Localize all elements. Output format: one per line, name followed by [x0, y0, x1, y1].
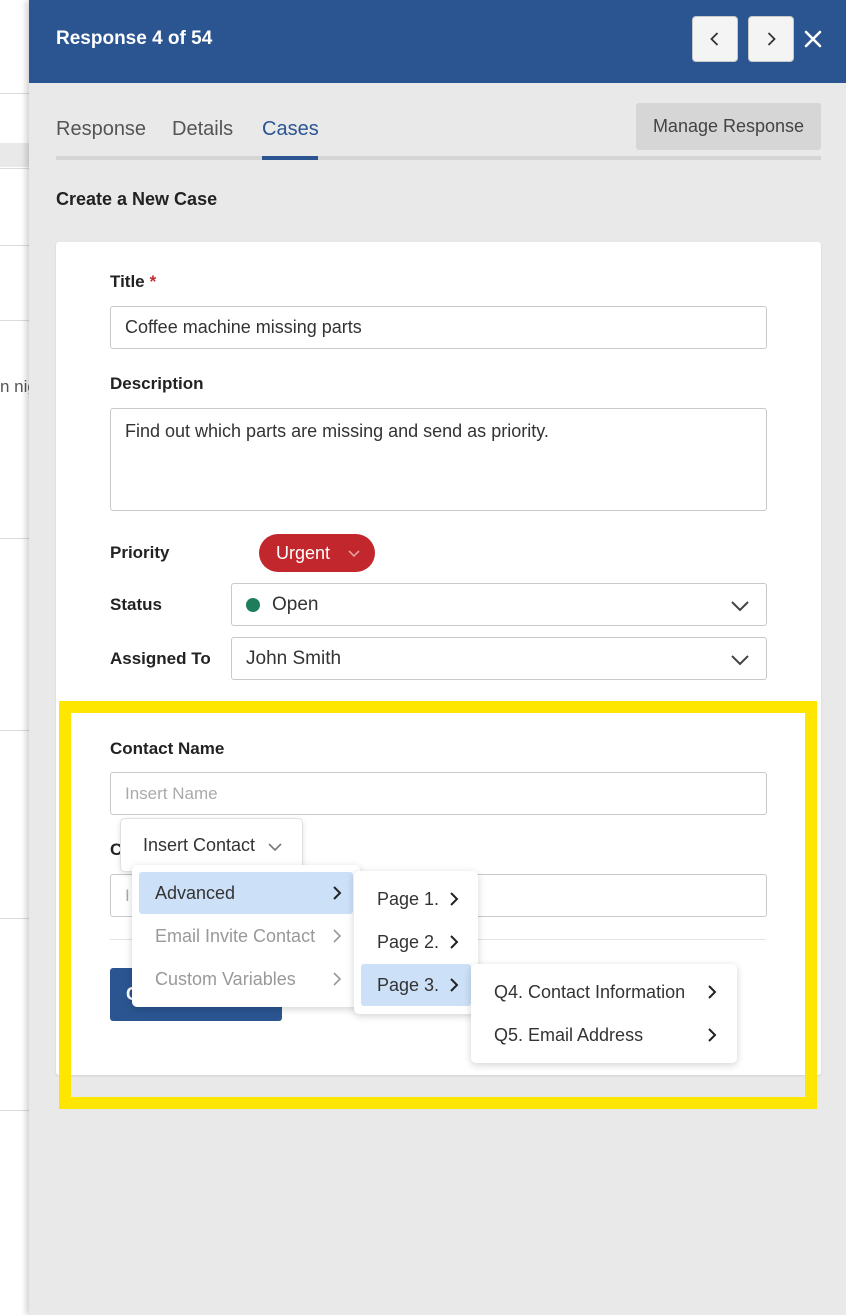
description-label: Description: [110, 374, 204, 393]
previous-response-button[interactable]: [692, 16, 738, 62]
menu-item-custom-variables[interactable]: Custom Variables: [139, 958, 353, 1000]
panel-header: Response 4 of 54: [29, 0, 846, 83]
menu-item-page-3[interactable]: Page 3.: [361, 964, 471, 1006]
chevron-right-icon: [333, 972, 342, 986]
status-value: Open: [272, 593, 319, 615]
background-text: n nig: [0, 377, 30, 396]
manage-response-button[interactable]: Manage Response: [636, 103, 821, 150]
priority-value: Urgent: [276, 542, 331, 563]
contact-name-placeholder: Insert Name: [125, 783, 218, 803]
status-dropdown[interactable]: Open: [231, 583, 767, 626]
menu-item-label: Q5. Email Address: [494, 1024, 644, 1045]
menu-item-label: Page 3.: [377, 974, 440, 995]
chevron-down-icon: [348, 550, 360, 558]
background-divider: [0, 168, 30, 169]
chevron-left-icon: [710, 32, 719, 46]
menu-item-label: Q4. Contact Information: [494, 981, 686, 1002]
chevron-right-icon: [450, 935, 459, 949]
menu-item-q4-contact-information[interactable]: Q4. Contact Information: [478, 971, 730, 1013]
contact-name-input[interactable]: Insert Name: [110, 772, 767, 815]
tab-cases[interactable]: Cases: [262, 118, 319, 141]
title-input[interactable]: Coffee machine missing parts: [110, 306, 767, 349]
menu-item-email-invite-contact[interactable]: Email Invite Contact: [139, 915, 353, 957]
close-button[interactable]: [801, 27, 825, 51]
background-divider: [0, 320, 30, 321]
priority-dropdown[interactable]: Urgent: [259, 534, 375, 572]
chevron-right-icon: [450, 978, 459, 992]
chevron-right-icon: [450, 892, 459, 906]
required-marker: *: [149, 272, 157, 291]
insert-contact-dropdown[interactable]: Insert Contact: [120, 818, 303, 872]
menu-item-label: Email Invite Contact: [155, 925, 316, 946]
response-panel: Response 4 of 54 Response Details Cases …: [29, 0, 846, 1315]
chevron-down-icon: [731, 655, 749, 666]
assigned-to-label: Assigned To: [110, 649, 211, 668]
advanced-submenu: Page 1. Page 2. Page 3.: [354, 871, 478, 1014]
chevron-right-icon: [708, 1028, 717, 1042]
chevron-down-icon: [268, 843, 282, 852]
menu-item-page-1[interactable]: Page 1.: [361, 878, 471, 920]
assigned-to-dropdown[interactable]: John Smith: [231, 637, 767, 680]
insert-contact-menu: Advanced Email Invite Contact Custom Var…: [132, 865, 360, 1007]
menu-item-advanced[interactable]: Advanced: [139, 872, 353, 914]
background-page: n nig: [0, 0, 30, 1315]
background-divider: [0, 245, 30, 246]
background-divider: [0, 93, 30, 94]
page-3-submenu: Q4. Contact Information Q5. Email Addres…: [471, 964, 737, 1063]
description-value: Find out which parts are missing and sen…: [125, 421, 549, 441]
menu-item-label: Advanced: [155, 882, 236, 903]
menu-item-label: Custom Variables: [155, 968, 296, 989]
menu-item-page-2[interactable]: Page 2.: [361, 921, 471, 963]
contact-field-placeholder: I: [125, 885, 130, 905]
active-tab-indicator: [262, 156, 318, 160]
menu-item-label: Page 1.: [377, 888, 440, 909]
insert-contact-label: Insert Contact: [143, 834, 256, 855]
assigned-to-value: John Smith: [246, 647, 342, 669]
status-dot-icon: [246, 597, 260, 612]
background-row: [0, 143, 30, 167]
contact-name-label: Contact Name: [110, 739, 225, 758]
background-divider: [0, 730, 30, 731]
tab-details[interactable]: Details: [172, 118, 233, 141]
chevron-right-icon: [333, 929, 342, 943]
tab-response[interactable]: Response: [56, 118, 146, 141]
chevron-down-icon: [731, 601, 749, 612]
section-title: Create a New Case: [56, 189, 218, 209]
chevron-right-icon: [708, 985, 717, 999]
background-divider: [0, 1110, 30, 1111]
menu-item-label: Page 2.: [377, 931, 440, 952]
next-response-button[interactable]: [748, 16, 794, 62]
panel-title: Response 4 of 54: [56, 28, 213, 49]
title-value: Coffee machine missing parts: [125, 317, 362, 337]
status-label: Status: [110, 595, 162, 614]
chevron-right-icon: [767, 32, 776, 46]
title-label: Title *: [110, 272, 157, 291]
priority-label: Priority: [110, 543, 170, 562]
chevron-right-icon: [333, 886, 342, 900]
close-icon: [804, 30, 822, 48]
background-divider: [0, 918, 30, 919]
menu-item-q5-email-address[interactable]: Q5. Email Address: [478, 1014, 730, 1056]
description-textarea[interactable]: Find out which parts are missing and sen…: [110, 408, 767, 511]
background-divider: [0, 538, 30, 539]
